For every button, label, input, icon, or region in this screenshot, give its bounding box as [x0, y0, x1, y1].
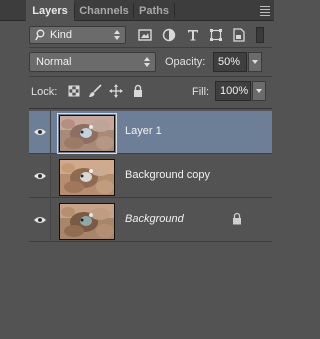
opacity-label: Opacity:: [165, 56, 206, 68]
filter-kind-label: Kind: [50, 29, 73, 41]
lock-position-icon[interactable]: [108, 83, 124, 99]
fill-slider-button[interactable]: [252, 81, 266, 101]
lock-image-icon[interactable]: [87, 83, 103, 99]
panel-menu-icon[interactable]: [260, 4, 270, 16]
lock-icon[interactable]: [232, 212, 242, 225]
lock-label: Lock:: [31, 86, 58, 98]
visibility-toggle[interactable]: [29, 111, 51, 154]
tab-separator: [174, 3, 175, 18]
visibility-toggle[interactable]: [29, 199, 51, 242]
blend-mode-select[interactable]: Normal: [29, 52, 156, 72]
blend-mode-value: Normal: [36, 56, 72, 68]
type-filter-icon[interactable]: [185, 27, 201, 43]
layer-row-background[interactable]: Background: [29, 199, 272, 242]
layer-name[interactable]: Layer 1: [125, 125, 162, 137]
layers-list: Layer 1 Background copy Background: [29, 111, 272, 339]
eye-icon: [34, 173, 46, 179]
layer-row-layer-1[interactable]: Layer 1: [29, 111, 272, 154]
layer-name[interactable]: Background copy: [125, 169, 210, 181]
chevron-updown-icon: [114, 29, 121, 41]
lock-all-icon[interactable]: [130, 83, 146, 99]
filter-kind-select[interactable]: Kind: [29, 26, 126, 44]
image-filter-icon[interactable]: [137, 27, 153, 43]
eye-icon: [34, 217, 46, 223]
layer-thumbnail-image: [60, 160, 114, 195]
tab-channels[interactable]: Channels: [75, 0, 133, 21]
smart-object-filter-icon[interactable]: [231, 27, 247, 43]
divider: [29, 76, 272, 77]
panel-tab-bar: Layers Channels Paths: [0, 0, 274, 22]
divider: [29, 47, 272, 48]
tab-layers[interactable]: Layers: [26, 0, 74, 22]
visibility-toggle[interactable]: [29, 155, 51, 198]
layer-thumbnail: [59, 203, 115, 240]
layer-thumbnail: [59, 159, 115, 196]
shape-filter-icon[interactable]: [208, 27, 224, 43]
tab-paths[interactable]: Paths: [134, 0, 174, 21]
filter-toggle[interactable]: [256, 27, 264, 43]
opacity-slider-button[interactable]: [248, 52, 262, 72]
adjustment-filter-icon[interactable]: [161, 27, 177, 43]
lock-transparent-icon[interactable]: [66, 83, 82, 99]
layer-name[interactable]: Background: [125, 213, 184, 225]
divider: [29, 108, 272, 109]
fill-input[interactable]: 100%: [215, 81, 251, 101]
layers-panel: Layers Channels Paths Kind Normal Opacit…: [0, 0, 274, 339]
chevron-down-icon: [252, 60, 258, 64]
layer-thumbnail-image: [60, 204, 114, 239]
eye-icon: [34, 129, 46, 135]
search-icon: [35, 29, 45, 41]
opacity-input[interactable]: 50%: [213, 52, 247, 72]
layer-thumbnail: [57, 113, 117, 154]
layer-thumbnail-image: [60, 116, 114, 151]
fill-label: Fill:: [192, 86, 210, 98]
layer-row-background-copy[interactable]: Background copy: [29, 155, 272, 198]
chevron-down-icon: [256, 89, 262, 93]
chevron-updown-icon: [144, 56, 151, 68]
